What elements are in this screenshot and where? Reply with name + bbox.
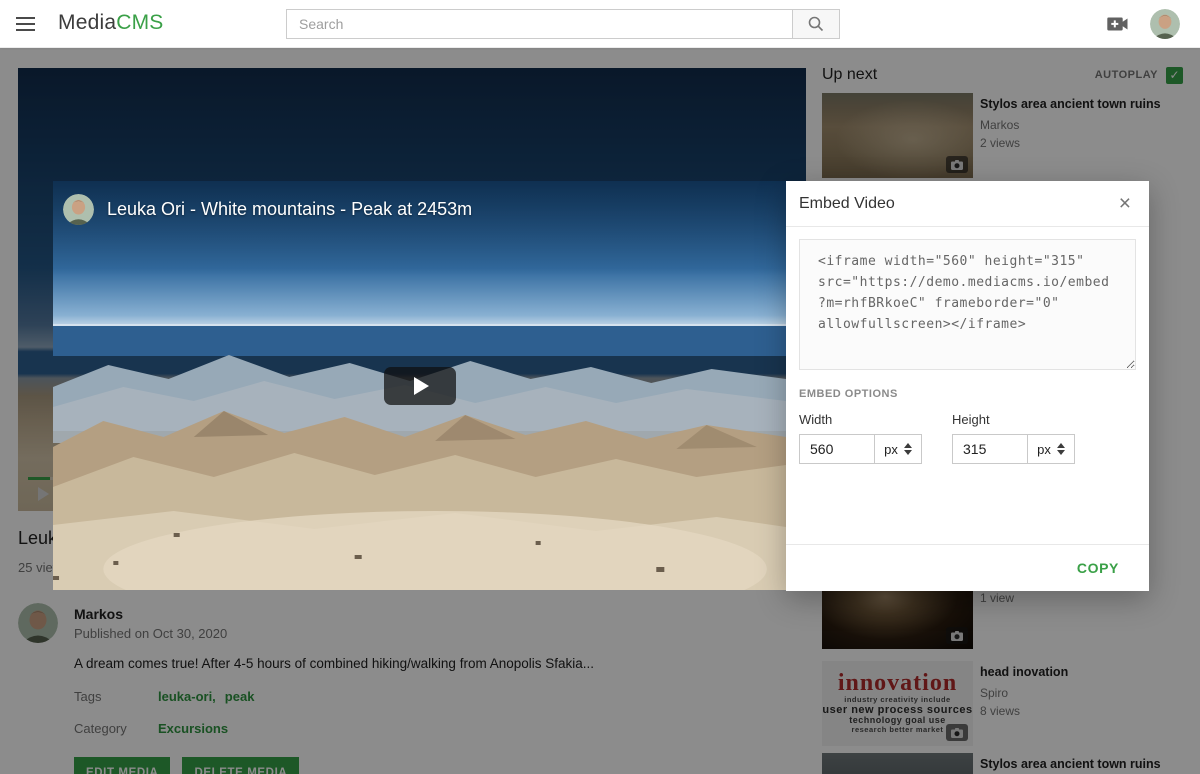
user-avatar-image [1150,9,1180,39]
user-avatar[interactable] [1150,9,1180,39]
width-unit-select[interactable]: px [874,434,922,464]
copy-button[interactable]: COPY [1077,560,1119,576]
logo[interactable]: MediaCMS [58,11,163,35]
close-button[interactable]: × [1115,193,1135,214]
logo-text-cms: CMS [116,11,163,34]
height-label: Height [952,412,1075,427]
height-input[interactable] [952,434,1028,464]
height-input-group: px [952,434,1075,464]
modal-footer: COPY [786,544,1149,591]
height-field: Height px [952,412,1075,464]
navbar-right [1107,0,1180,48]
width-input[interactable] [799,434,875,464]
width-label: Width [799,412,922,427]
play-icon [414,377,429,395]
modal-header: Embed Video × [786,181,1149,227]
width-input-group: px [799,434,922,464]
search-bar [286,9,840,39]
top-navbar: MediaCMS [0,0,1200,48]
page: MediaCMS Leuka Ori - White mountains - P… [0,0,1200,774]
embed-video-preview[interactable]: Leuka Ori - White mountains - Peak at 24… [53,181,786,590]
width-field: Width px [799,412,922,464]
embed-code-textarea[interactable]: <iframe width="560" height="315" src="ht… [799,239,1136,370]
preview-play-button[interactable] [384,367,456,405]
embed-modal: Embed Video × <iframe width="560" height… [786,181,1149,591]
preview-author-avatar[interactable] [63,194,94,225]
search-icon [807,15,825,33]
modal-body: <iframe width="560" height="315" src="ht… [786,227,1149,464]
preview-header: Leuka Ori - White mountains - Peak at 24… [63,194,472,225]
modal-title: Embed Video [799,195,895,213]
unit-label: px [884,442,898,457]
search-button[interactable] [792,9,840,39]
close-icon: × [1119,192,1131,215]
spinner-arrows-icon [1057,443,1065,455]
preview-avatar-image [63,194,94,225]
embed-options-label: EMBED OPTIONS [799,388,1136,400]
unit-label: px [1037,442,1051,457]
spinner-arrows-icon [904,443,912,455]
preview-video-title[interactable]: Leuka Ori - White mountains - Peak at 24… [107,199,472,220]
search-input[interactable] [286,9,793,39]
add-media-button[interactable] [1107,17,1128,31]
menu-button[interactable] [16,12,42,36]
height-unit-select[interactable]: px [1027,434,1075,464]
videocam-plus-icon [1107,17,1128,31]
logo-text-media: Media [58,11,116,34]
dimensions-row: Width px Height px [799,412,1136,464]
hamburger-icon [16,17,42,31]
